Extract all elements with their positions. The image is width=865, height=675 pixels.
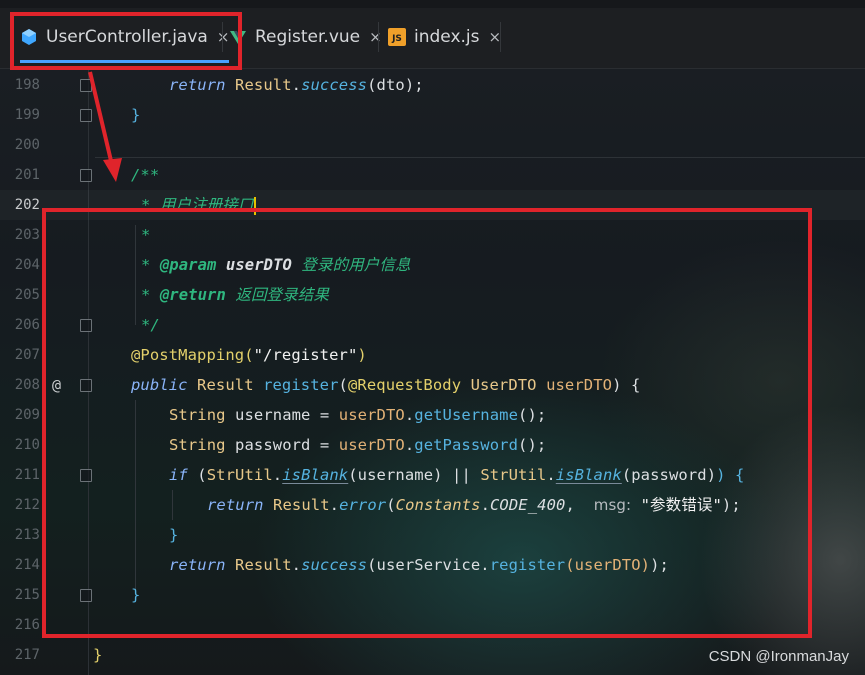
watermark: CSDN @IronmanJay xyxy=(708,648,849,665)
annotation-arrow xyxy=(88,71,122,182)
